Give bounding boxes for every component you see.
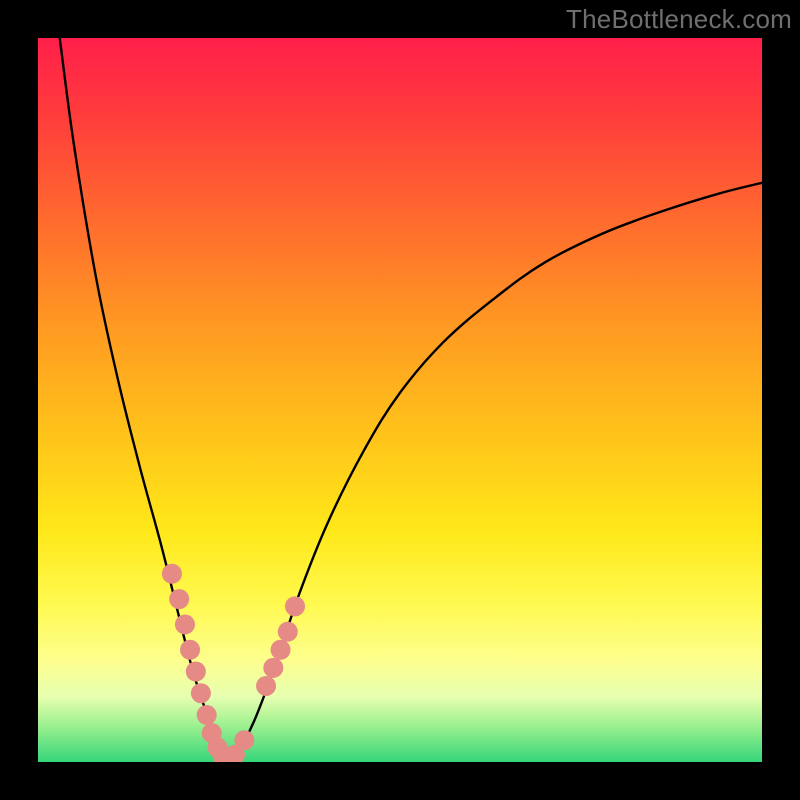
- curve-marker: [278, 622, 298, 642]
- plot-svg: [38, 38, 762, 762]
- chart-stage: TheBottleneck.com: [0, 0, 800, 800]
- curve-marker: [169, 589, 189, 609]
- curve-marker: [234, 730, 254, 750]
- curve-marker: [197, 705, 217, 725]
- curve-marker: [175, 614, 195, 634]
- bottleneck-curve: [60, 38, 762, 760]
- curve-marker: [191, 683, 211, 703]
- plot-area: [38, 38, 762, 762]
- curve-marker: [180, 640, 200, 660]
- curve-marker: [285, 596, 305, 616]
- watermark: TheBottleneck.com: [566, 4, 792, 35]
- curve-marker: [256, 676, 276, 696]
- curve-marker: [162, 564, 182, 584]
- curve-marker: [186, 662, 206, 682]
- curve-marker: [263, 658, 283, 678]
- curve-marker: [271, 640, 291, 660]
- curve-markers: [162, 564, 305, 762]
